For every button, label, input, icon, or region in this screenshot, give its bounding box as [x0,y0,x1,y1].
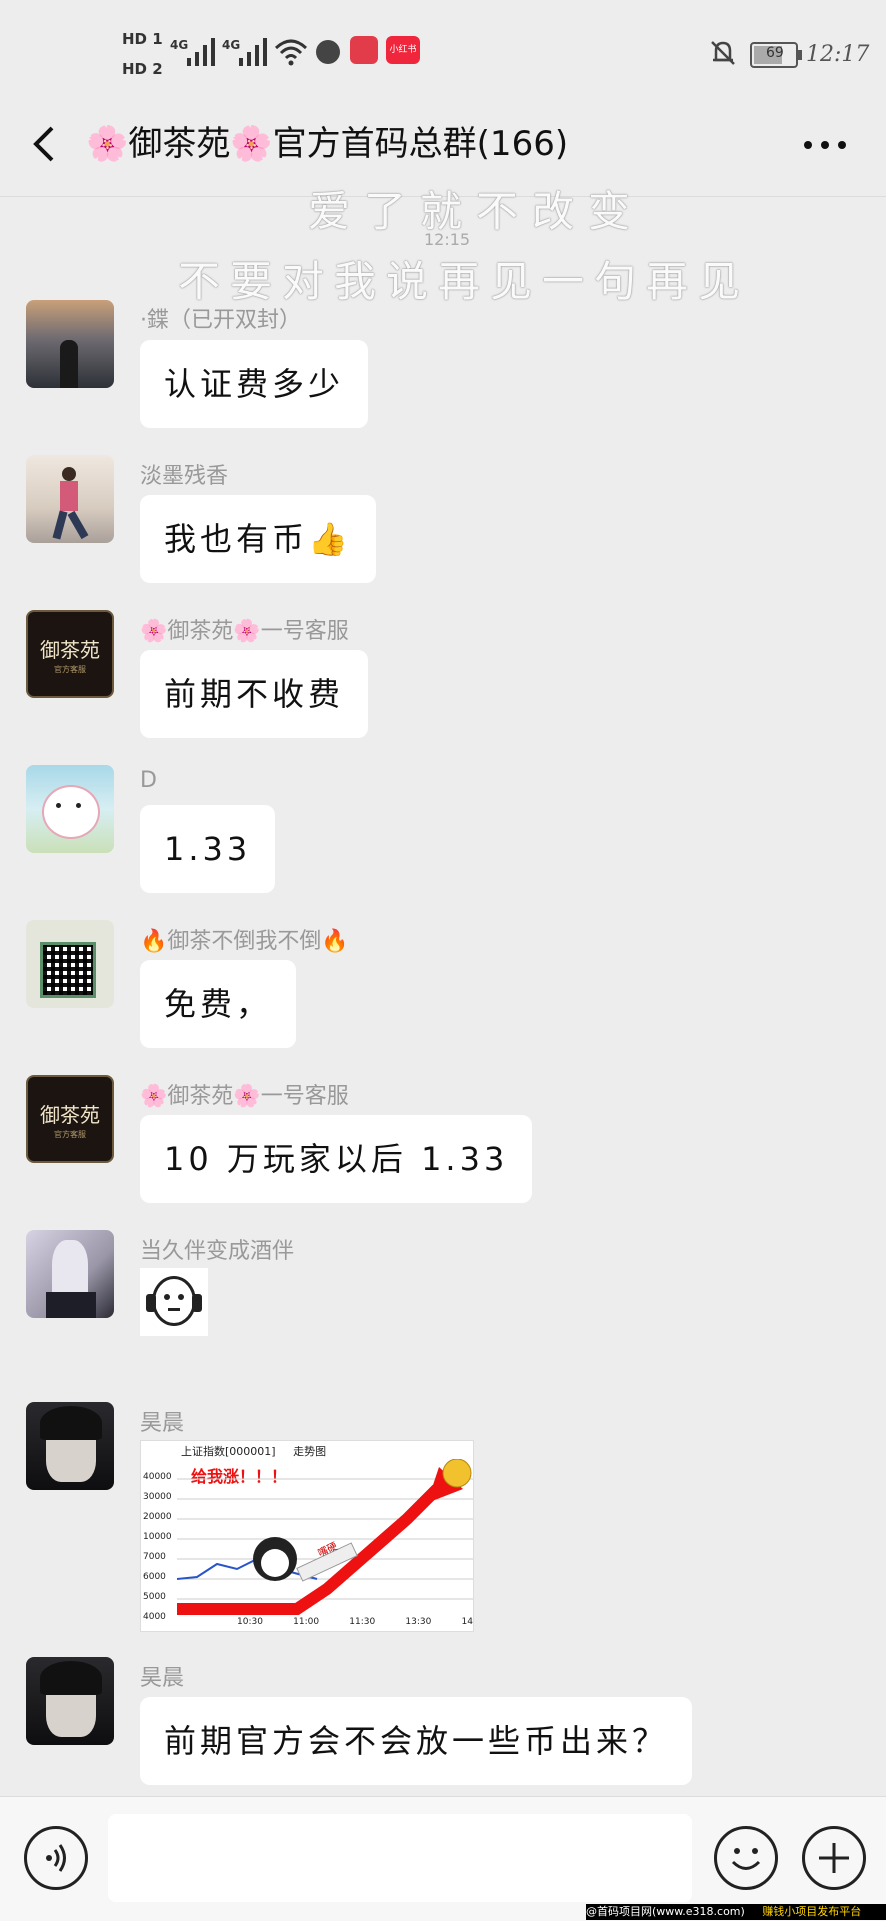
meme-ytick: 5000 [143,1592,166,1602]
avatar[interactable]: 御茶苑 官方客服 [26,1075,114,1163]
sender-name: ·鍱（已开双封） [140,308,301,333]
meme-ytick: 40000 [143,1472,172,1482]
voice-input-icon[interactable] [24,1826,88,1890]
meme-xtick: 11:30 [349,1617,376,1627]
sender-name: 昊晨 [140,1411,185,1436]
clock: 12:17 [806,42,870,67]
sender-name: D [140,768,157,793]
xiaohongshu-app-icon: 小红书 [386,36,420,64]
mute-bell-icon [711,41,735,65]
avatar-logo-text: 御茶苑 [40,1103,100,1127]
avatar[interactable] [26,1230,114,1318]
stock-chart-meme-image[interactable]: 上证指数[000001] 走势图 给我涨！！！ 40000 30000 2000… [140,1440,474,1632]
add-more-icon[interactable] [802,1826,866,1890]
app-globe-icon [316,40,340,64]
meme-xtick: 11:00 [293,1617,320,1627]
meme-xtick: 14 [461,1617,473,1627]
sender-name: 🌸御茶苑🌸一号客服 [140,619,349,644]
meme-chart-graphic [177,1459,473,1615]
avatar[interactable] [26,455,114,543]
avatar-logo-subtext: 官方客服 [54,665,86,674]
chat-title[interactable]: 🌸御茶苑🌸官方首码总群(166) [86,116,568,165]
headphone-face-sticker[interactable] [140,1268,208,1336]
meme-chart-title: 上证指数[000001] [181,1445,276,1458]
message-bubble[interactable]: 认证费多少 [140,340,369,428]
avatar[interactable] [26,1402,114,1490]
sender-name: 🔥御茶不倒我不倒🔥 [140,929,349,954]
more-options-icon[interactable] [800,130,850,160]
sender-name: 昊晨 [140,1666,185,1691]
avatar[interactable] [26,1657,114,1745]
message-input[interactable] [108,1814,692,1902]
watermark-line-1: 爱了就不改变 [308,187,645,236]
message-bubble[interactable]: 前期官方会不会放一些币出来？ [140,1697,693,1785]
signal-icon-2 [239,38,267,66]
meme-ytick: 6000 [143,1572,166,1582]
battery-icon: 69 [750,42,802,68]
message-bubble[interactable]: 10 万玩家以后 1.33 [140,1115,533,1203]
source-watermark: @首码项目网(www.e318.com) 赚钱小项目发布平台 [586,1904,886,1920]
meme-ytick: 20000 [143,1512,172,1522]
sender-name: 淡墨残香 [140,464,229,489]
meme-ytick: 30000 [143,1492,172,1502]
sender-name: 当久伴变成酒伴 [140,1239,295,1264]
timestamp: 12:15 [424,230,471,249]
meme-y-axis: 40000 30000 20000 10000 7000 6000 5000 4… [143,1467,177,1627]
hd2-indicator: HD 2 [122,60,163,78]
avatar[interactable] [26,300,114,388]
wifi-icon [274,39,308,66]
message-bubble[interactable]: 免费， [140,960,297,1048]
meme-chart-subtitle: 走势图 [293,1445,327,1458]
back-arrow-icon[interactable] [30,124,60,164]
source-watermark-left: @首码项目网(www.e318.com) [586,1905,745,1918]
message-bubble[interactable]: 1.33 [140,805,276,893]
meme-ytick: 4000 [143,1612,166,1622]
hd1-indicator: HD 1 [122,30,163,48]
avatar[interactable]: 御茶苑 官方客服 [26,610,114,698]
meme-ytick: 10000 [143,1532,172,1542]
message-bubble[interactable]: 我也有币👍 [140,495,376,583]
avatar[interactable] [26,920,114,1008]
sender-name: 🌸御茶苑🌸一号客服 [140,1084,349,1109]
status-bar: HD 1 HD 2 4G 4G 小红书 69 12:17 [0,0,886,110]
signal-icon-1 [187,38,215,66]
emoji-icon[interactable] [714,1826,778,1890]
qr-code-icon [40,942,96,998]
meme-xtick: 13:30 [405,1617,432,1627]
source-watermark-right: 赚钱小项目发布平台 [762,1905,862,1918]
meme-xtick: 10:30 [237,1617,263,1627]
avatar-logo-text: 御茶苑 [40,638,100,662]
watermark-line-2: 不要对我说再见一句再见 [178,257,751,306]
shop-app-icon [350,36,378,64]
message-bubble[interactable]: 前期不收费 [140,650,369,738]
meme-x-axis: 10:30 11:00 11:30 13:30 14 [237,1617,473,1627]
battery-level: 69 [766,45,784,61]
avatar-logo-subtext: 官方客服 [54,1130,86,1139]
meme-ytick: 7000 [143,1552,166,1562]
avatar[interactable] [26,765,114,853]
